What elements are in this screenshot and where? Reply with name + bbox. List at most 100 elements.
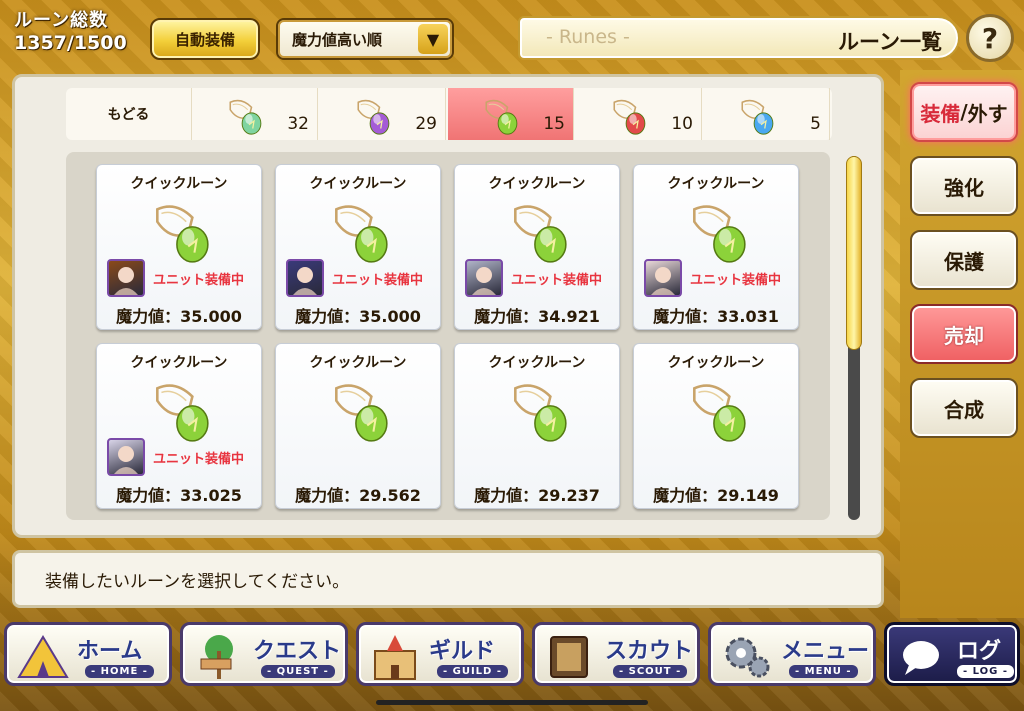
nav-scout-button[interactable]: スカウト - SCOUT -	[532, 622, 700, 686]
guild-castle-icon	[367, 631, 423, 681]
nav-sublabel: - QUEST -	[261, 665, 335, 678]
quick-rune-icon	[326, 199, 392, 269]
rune-card-name: クイックルーン	[309, 176, 407, 192]
rune-card-name: クイックルーン	[488, 176, 586, 192]
rune-card-name: クイックルーン	[667, 176, 765, 192]
rune-gem-icon	[224, 96, 264, 140]
rune-type-count: 32	[287, 114, 309, 134]
equipped-status: ユニット装備中	[153, 273, 245, 288]
rune-power-value: 魔力値：33.025	[116, 486, 242, 505]
nav-sublabel: - GUILD -	[437, 665, 508, 678]
equipped-status: ユニット装備中	[153, 452, 245, 467]
rune-card[interactable]: クイックルーン ユニット装備中 魔力値：35.000	[96, 164, 262, 330]
page-title: ルーン一覧	[838, 30, 942, 54]
rune-gem-icon	[352, 96, 392, 140]
rune-card-name: クイックルーン	[488, 355, 586, 371]
nav-sublabel: - SCOUT -	[613, 665, 688, 678]
quick-rune-icon	[684, 199, 750, 269]
protect-button[interactable]: 保護	[910, 230, 1018, 290]
quick-rune-icon	[147, 378, 213, 448]
rune-power-value: 魔力値：35.000	[116, 307, 242, 326]
nav-home-button[interactable]: ホーム - HOME -	[4, 622, 172, 686]
rune-type-tab[interactable]: 10	[576, 88, 702, 140]
rune-card[interactable]: クイックルーン ユニット装備中魔力値：33.031	[633, 164, 799, 330]
equip-label: 装備	[920, 101, 961, 126]
rune-type-count: 29	[415, 114, 437, 134]
nav-sublabel: - MENU -	[789, 665, 858, 678]
rune-power-value: 魔力値：35.000	[295, 307, 421, 326]
equipped-status: ユニット装備中	[332, 273, 424, 288]
rune-card[interactable]: クイックルーン ユニット装備中魔力値：35.000	[275, 164, 441, 330]
rune-card-name: クイックルーン	[130, 355, 228, 371]
equip-unequip-button[interactable]: 装備 / 外す	[910, 82, 1018, 142]
quest-signpost-icon	[191, 631, 247, 681]
sell-button[interactable]: 売却	[910, 304, 1018, 364]
unit-portrait-icon	[644, 259, 682, 297]
rune-gem-icon	[480, 96, 520, 140]
nav-sublabel: - LOG -	[957, 665, 1014, 678]
synthesize-button[interactable]: 合成	[910, 378, 1018, 438]
instruction-message: 装備したいルーンを選択してください。	[12, 550, 884, 608]
rune-type-tab[interactable]: 32	[192, 88, 318, 140]
rune-power-value: 魔力値：34.921	[474, 307, 600, 326]
unit-portrait-icon	[465, 259, 503, 297]
sort-dropdown[interactable]: 魔力値高い順 ▼	[276, 18, 454, 60]
instruction-text: 装備したいルーンを選択してください。	[45, 571, 350, 592]
rune-count-value: 1357/1500	[14, 32, 127, 54]
nav-label: スカウト	[605, 639, 694, 664]
nav-label: ギルド	[429, 639, 496, 664]
rune-gem-icon	[736, 96, 776, 140]
quick-rune-icon	[505, 199, 571, 269]
home-tent-icon	[15, 631, 71, 681]
scrollbar-thumb[interactable]	[846, 156, 862, 350]
rune-card[interactable]: クイックルーン ユニット装備中魔力値：33.025	[96, 343, 262, 509]
nav-guild-button[interactable]: ギルド - GUILD -	[356, 622, 524, 686]
rune-type-count: 5	[810, 114, 821, 134]
help-button[interactable]: ?	[966, 14, 1014, 62]
rune-type-tab[interactable]: 5	[704, 88, 830, 140]
rune-type-tab[interactable]: 15	[448, 88, 574, 140]
unequip-label: 外す	[967, 101, 1008, 126]
equipped-status: ユニット装備中	[511, 273, 603, 288]
nav-label: メニュー	[781, 639, 870, 664]
rune-power-value: 魔力値：29.149	[653, 486, 779, 505]
back-tab[interactable]: もどる	[66, 88, 192, 140]
home-indicator	[376, 700, 648, 705]
quick-rune-icon	[684, 378, 750, 448]
rune-card[interactable]: クイックルーン 魔力値：29.237	[454, 343, 620, 509]
sort-dropdown-label: 魔力値高い順	[292, 30, 383, 49]
rune-card-name: クイックルーン	[309, 355, 407, 371]
quick-rune-icon	[505, 378, 571, 448]
rune-card[interactable]: クイックルーン 魔力値：29.562	[275, 343, 441, 509]
rune-power-value: 魔力値：33.031	[653, 307, 779, 326]
rune-count-label: ルーン総数	[14, 10, 109, 31]
nav-quest-button[interactable]: クエスト - QUEST -	[180, 622, 348, 686]
rune-power-value: 魔力値：29.237	[474, 486, 600, 505]
rune-power-value: 魔力値：29.562	[295, 486, 421, 505]
page-subtitle: - Runes -	[546, 26, 630, 48]
nav-log-button[interactable]: ログ - LOG -	[884, 622, 1020, 686]
rune-count: ルーン総数 1357/1500	[14, 10, 146, 54]
nav-label: クエスト	[253, 639, 342, 664]
rune-type-count: 15	[543, 114, 565, 134]
nav-label: ホーム	[77, 639, 143, 664]
nav-menu-button[interactable]: メニュー - MENU -	[708, 622, 876, 686]
quick-rune-icon	[147, 199, 213, 269]
equip-separator: /	[960, 100, 968, 124]
rune-card[interactable]: クイックルーン 魔力値：29.149	[633, 343, 799, 509]
chevron-down-icon: ▼	[418, 24, 448, 54]
scout-book-icon	[543, 631, 599, 681]
unit-portrait-icon	[286, 259, 324, 297]
unit-portrait-icon	[107, 259, 145, 297]
quick-rune-icon	[326, 378, 392, 448]
log-chat-icon	[895, 631, 951, 681]
rune-card[interactable]: クイックルーン ユニット装備中魔力値：34.921	[454, 164, 620, 330]
unit-portrait-icon	[107, 438, 145, 476]
page-title-banner: - Runes - ルーン一覧	[518, 16, 960, 60]
equipped-status: ユニット装備中	[690, 273, 782, 288]
auto-equip-button[interactable]: 自動装備	[150, 18, 260, 60]
nav-sublabel: - HOME -	[85, 665, 154, 678]
nav-label: ログ	[957, 639, 1002, 664]
enhance-button[interactable]: 強化	[910, 156, 1018, 216]
rune-type-tab[interactable]: 29	[320, 88, 446, 140]
